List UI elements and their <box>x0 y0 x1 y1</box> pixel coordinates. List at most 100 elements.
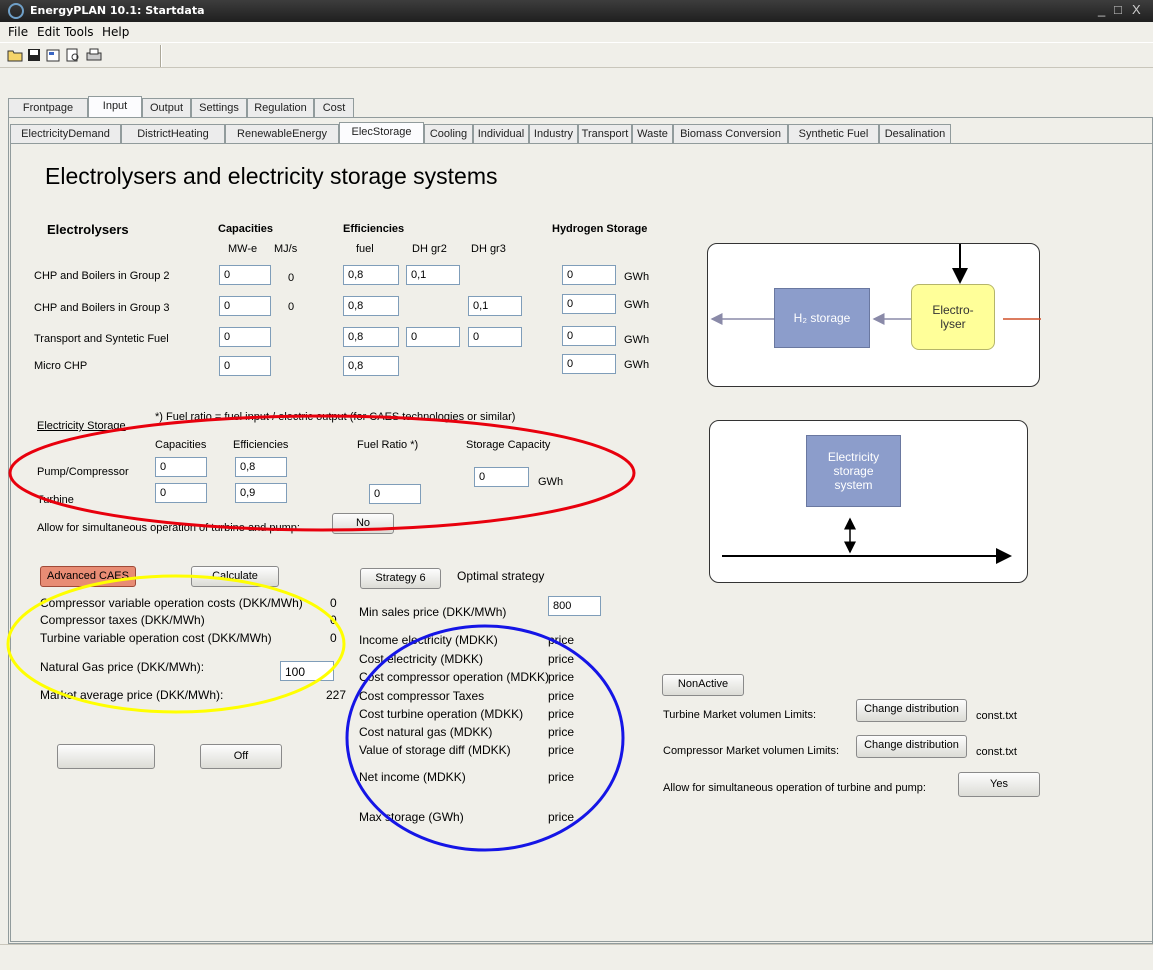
min-sales-price-label: Min sales price (DKK/MWh) <box>359 605 507 619</box>
tab-output[interactable]: Output <box>142 98 191 117</box>
turbine-efficiency-input[interactable]: 0,9 <box>235 483 287 503</box>
max-storage-label: Max storage (GWh) <box>359 810 464 824</box>
simultaneous-no-button[interactable]: No <box>332 513 394 534</box>
tab-settings[interactable]: Settings <box>191 98 247 117</box>
tab-individual[interactable]: Individual <box>473 124 529 143</box>
es-col-storage-capacity: Storage Capacity <box>466 439 551 451</box>
menu-edit[interactable]: Edit <box>37 25 60 39</box>
group2-mwe-input[interactable]: 0 <box>219 265 271 285</box>
tab-cost[interactable]: Cost <box>314 98 354 117</box>
group2-unit: GWh <box>624 271 650 283</box>
turbine-fuel-ratio-input[interactable]: 0 <box>369 484 421 504</box>
sub-tabs: ElectricityDemand DistrictHeating Renewa… <box>10 122 990 144</box>
cost-electricity-label: Cost electricity (MDKK) <box>359 652 484 666</box>
tab-regulation[interactable]: Regulation <box>247 98 314 117</box>
print-preview-icon[interactable] <box>64 46 82 64</box>
tab-biomass-conversion[interactable]: Biomass Conversion <box>673 124 788 143</box>
microchp-fuel-input[interactable]: 0,8 <box>343 356 399 376</box>
tab-electricity-demand[interactable]: ElectricityDemand <box>10 124 121 143</box>
net-income-value: price <box>548 770 575 784</box>
toolbar <box>0 42 1153 68</box>
blank-button[interactable] <box>57 744 155 769</box>
tab-frontpage[interactable]: Frontpage <box>8 98 88 117</box>
close-icon[interactable]: X <box>1132 2 1141 17</box>
gas-price-label: Natural Gas price (DKK/MWh): <box>40 660 205 674</box>
group3-mwe-input[interactable]: 0 <box>219 296 271 316</box>
compressor-op-cost-value: 0 <box>330 596 337 610</box>
compressor-distribution-file: const.txt <box>976 746 1017 758</box>
simultaneous-yes-button[interactable]: Yes <box>958 772 1040 797</box>
group3-unit: GWh <box>624 299 650 311</box>
cost-turbine-operation-label: Cost turbine operation (MDKK) <box>359 707 524 721</box>
pump-capacity-input[interactable]: 0 <box>155 457 207 477</box>
cost-turbine-operation-value: price <box>548 707 575 721</box>
gas-price-input[interactable]: 100 <box>280 661 334 681</box>
group3-mjs-value: 0 <box>288 301 295 313</box>
storage-capacity-input[interactable]: 0 <box>474 467 529 487</box>
electrolyser-box: Electro- lyser <box>911 284 995 350</box>
menu-tools[interactable]: Tools <box>64 25 94 39</box>
window-title: EnergyPLAN 10.1: Startdata <box>30 4 205 17</box>
turbine-capacity-input[interactable]: 0 <box>155 483 207 503</box>
calculate-button[interactable]: Calculate <box>191 566 279 587</box>
cost-compressor-operation-label: Cost compressor operation (MDKK) <box>359 670 550 684</box>
properties-icon[interactable] <box>44 46 62 64</box>
microchp-storage-input[interactable]: 0 <box>562 354 616 374</box>
hydrogen-storage-heading: Hydrogen Storage <box>552 223 648 235</box>
tab-synthetic-fuel[interactable]: Synthetic Fuel <box>788 124 879 143</box>
tab-input[interactable]: Input <box>88 96 142 117</box>
print-icon[interactable] <box>85 46 103 64</box>
group3-fuel-input[interactable]: 0,8 <box>343 296 399 316</box>
compressor-change-distribution-button[interactable]: Change distribution <box>856 735 967 758</box>
transport-dh2-input[interactable]: 0 <box>406 327 460 347</box>
menu-file[interactable]: File <box>8 25 28 39</box>
simultaneous-label: Allow for simultaneous operation of turb… <box>37 522 300 534</box>
group2-storage-input[interactable]: 0 <box>562 265 616 285</box>
maximize-icon[interactable]: □ <box>1114 2 1122 17</box>
col-dh-gr3: DH gr3 <box>471 243 506 255</box>
col-mjs: MJ/s <box>274 243 298 255</box>
tab-industry[interactable]: Industry <box>529 124 578 143</box>
microchp-mwe-input[interactable]: 0 <box>219 356 271 376</box>
pump-efficiency-input[interactable]: 0,8 <box>235 457 287 477</box>
capacities-heading: Capacities <box>218 223 274 235</box>
transport-storage-input[interactable]: 0 <box>562 326 616 346</box>
group2-dh2-input[interactable]: 0,1 <box>406 265 460 285</box>
tab-renewable-energy[interactable]: RenewableEnergy <box>225 124 339 143</box>
turbine-change-distribution-button[interactable]: Change distribution <box>856 699 967 722</box>
open-folder-icon[interactable] <box>6 46 24 64</box>
menu-help[interactable]: Help <box>102 25 129 39</box>
save-icon[interactable] <box>25 46 43 64</box>
turbine-label: Turbine <box>37 494 74 506</box>
tab-transport[interactable]: Transport <box>578 124 632 143</box>
tab-cooling[interactable]: Cooling <box>424 124 473 143</box>
group3-storage-input[interactable]: 0 <box>562 294 616 314</box>
cost-natural-gas-label: Cost natural gas (MDKK) <box>359 725 493 739</box>
transport-fuel-input[interactable]: 0,8 <box>343 327 399 347</box>
off-button[interactable]: Off <box>200 744 282 769</box>
h2-storage-box: H₂ storage <box>774 288 870 348</box>
row-label-micro-chp: Micro CHP <box>34 360 88 372</box>
turbine-op-cost-value: 0 <box>330 631 337 645</box>
tab-desalination[interactable]: Desalination <box>879 124 951 143</box>
tab-waste[interactable]: Waste <box>632 124 673 143</box>
group2-fuel-input[interactable]: 0,8 <box>343 265 399 285</box>
income-electricity-label: Income electricity (MDKK) <box>359 633 498 647</box>
nonactive-button[interactable]: NonActive <box>662 674 744 696</box>
cost-compressor-taxes-label: Cost compressor Taxes <box>359 689 485 703</box>
min-sales-price-input[interactable]: 800 <box>548 596 601 616</box>
pump-compressor-label: Pump/Compressor <box>37 466 129 478</box>
storage-system-box: Electricity storage system <box>806 435 901 507</box>
es-col-capacities: Capacities <box>155 439 207 451</box>
group3-dh3-input[interactable]: 0,1 <box>468 296 522 316</box>
tab-elec-storage[interactable]: ElecStorage <box>339 122 424 143</box>
minimize-icon[interactable]: _ <box>1098 2 1105 17</box>
transport-mwe-input[interactable]: 0 <box>219 327 271 347</box>
tab-district-heating[interactable]: DistrictHeating <box>121 124 225 143</box>
optimal-strategy-label: Optimal strategy <box>457 569 545 583</box>
transport-dh3-input[interactable]: 0 <box>468 327 522 347</box>
strategy-button[interactable]: Strategy 6 <box>360 568 441 589</box>
app-icon <box>8 3 24 19</box>
title-bar: EnergyPLAN 10.1: Startdata _ □ X <box>0 0 1153 22</box>
advanced-caes-button[interactable]: Advanced CAES <box>40 566 136 587</box>
